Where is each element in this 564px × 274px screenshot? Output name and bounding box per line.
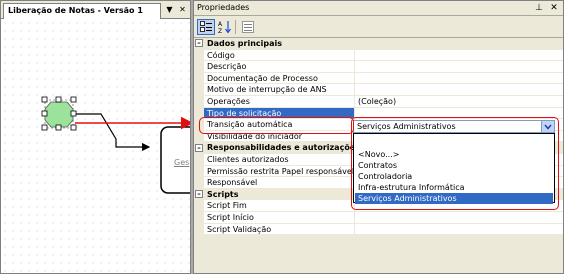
categorized-icon bbox=[200, 21, 212, 32]
property-name: Script Validação bbox=[204, 223, 355, 235]
connector-line[interactable] bbox=[73, 113, 151, 152]
property-row-documentacao[interactable]: Documentação de Processo bbox=[194, 72, 563, 85]
collapse-icon[interactable]: – bbox=[195, 143, 203, 152]
property-name: Script Início bbox=[204, 211, 355, 223]
collapse-icon[interactable]: – bbox=[195, 190, 203, 199]
property-name: Responsável bbox=[204, 177, 355, 188]
highlight-dropdown bbox=[351, 117, 559, 210]
alphabetical-view-button[interactable]: A Z bbox=[216, 19, 234, 35]
diagram-panel: Liberação de Notas - Versão 1 ▼ ✕ Ges bbox=[0, 0, 191, 274]
property-name: Código bbox=[204, 49, 355, 61]
property-pages-icon bbox=[242, 21, 254, 33]
svg-text:Z: Z bbox=[218, 28, 222, 34]
tab-close-icon[interactable]: ✕ bbox=[177, 4, 188, 16]
pin-icon[interactable]: ⊥ bbox=[533, 2, 545, 14]
property-value[interactable] bbox=[355, 61, 563, 72]
document-tabbar: Liberação de Notas - Versão 1 ▼ ✕ bbox=[1, 1, 190, 19]
highlight-tipo-solicitacao bbox=[199, 117, 354, 134]
close-icon[interactable]: ✕ bbox=[548, 2, 560, 14]
activity-label: Ges bbox=[174, 158, 190, 167]
property-row-codigo[interactable]: Código bbox=[194, 49, 563, 62]
panel-header: Propriedades ⊥ ✕ bbox=[194, 1, 563, 16]
property-row-descricao[interactable]: Descrição bbox=[194, 61, 563, 73]
property-pages-button[interactable] bbox=[239, 19, 257, 35]
category-label: Dados principais bbox=[204, 38, 563, 49]
property-name: Permissão restrita Papel responsável bbox=[204, 165, 355, 177]
property-value[interactable] bbox=[355, 84, 563, 95]
svg-text:A: A bbox=[218, 21, 223, 28]
categorized-view-button[interactable] bbox=[197, 19, 215, 35]
property-value[interactable]: (Coleção) bbox=[355, 95, 563, 107]
property-row-script-inicio[interactable]: Script Início bbox=[194, 211, 563, 224]
start-node[interactable] bbox=[41, 96, 77, 131]
property-name: Operações bbox=[204, 95, 355, 107]
property-row-script-validacao[interactable]: Script Validação bbox=[194, 223, 563, 236]
property-name: Documentação de Processo bbox=[204, 72, 355, 84]
panel-title: Propriedades bbox=[197, 3, 250, 12]
property-value[interactable] bbox=[355, 223, 563, 235]
properties-toolbar: A Z bbox=[194, 17, 563, 38]
property-row-operacoes[interactable]: Operações (Coleção) bbox=[194, 95, 563, 108]
property-value[interactable] bbox=[355, 49, 563, 61]
toolbar-separator bbox=[235, 20, 236, 34]
property-name: Descrição bbox=[204, 61, 355, 72]
property-value[interactable] bbox=[355, 72, 563, 84]
document-tab[interactable]: Liberação de Notas - Versão 1 bbox=[3, 3, 161, 19]
collapse-icon[interactable]: – bbox=[195, 39, 203, 48]
sort-az-icon: A Z bbox=[218, 21, 231, 34]
category-dados-principais[interactable]: – Dados principais bbox=[194, 38, 563, 50]
property-value[interactable] bbox=[355, 211, 563, 223]
tab-list-dropdown-icon[interactable]: ▼ bbox=[164, 4, 175, 16]
property-name: Script Fim bbox=[204, 200, 355, 211]
property-name: Motivo de interrupção de ANS bbox=[204, 84, 355, 95]
property-name: Clientes autorizados bbox=[204, 153, 355, 165]
diagram-canvas[interactable]: Ges bbox=[1, 19, 190, 273]
property-row-motivo-ans[interactable]: Motivo de interrupção de ANS bbox=[194, 84, 563, 96]
